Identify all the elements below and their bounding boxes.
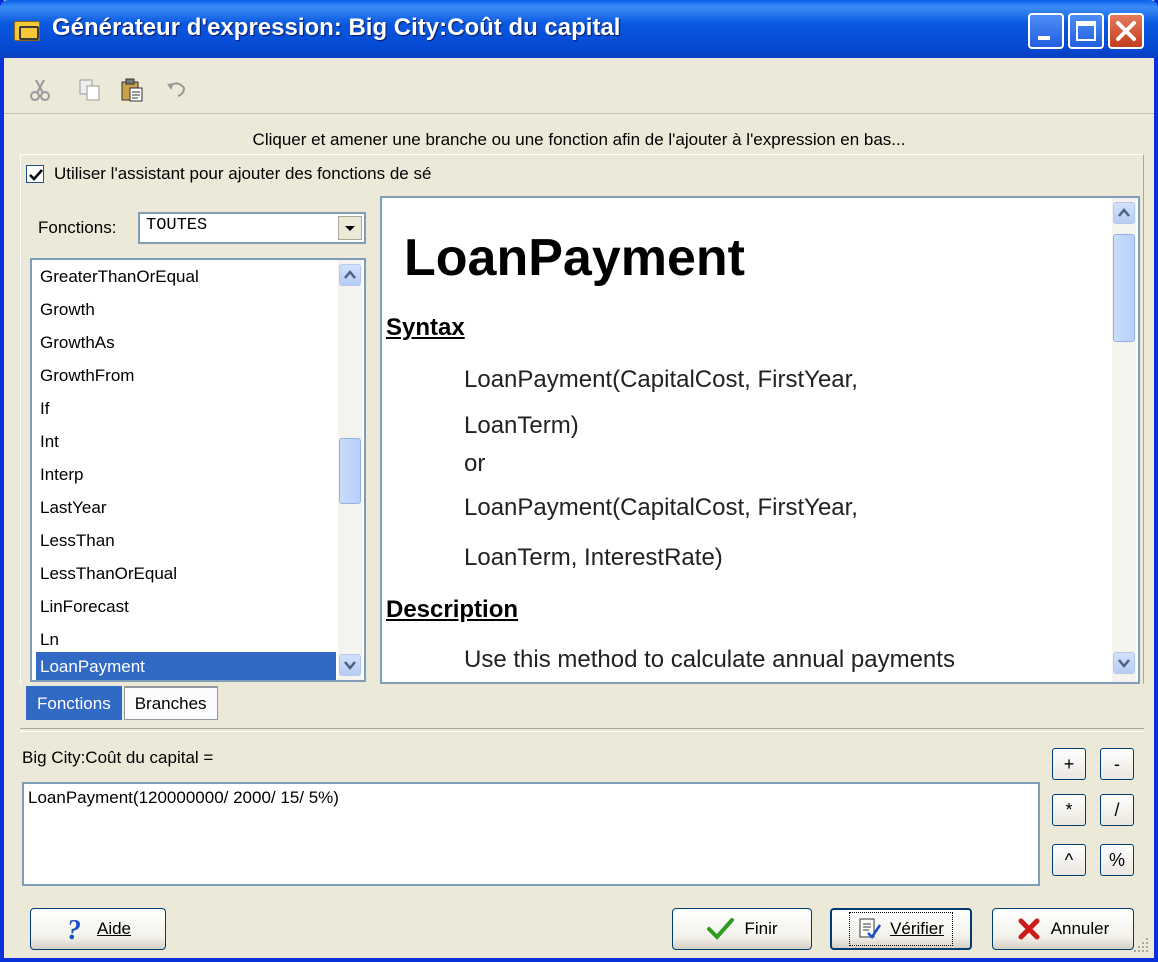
- finish-button[interactable]: Finir: [672, 908, 812, 950]
- list-item[interactable]: GrowthAs: [36, 328, 336, 358]
- chevron-up-icon: [1118, 208, 1130, 217]
- tab-branches[interactable]: Branches: [123, 686, 218, 720]
- cancel-button-label: Annuler: [1050, 919, 1110, 938]
- help-title: LoanPayment: [404, 229, 745, 287]
- close-button[interactable]: [1108, 13, 1144, 49]
- window-title: Générateur d'expression: Big City:Coût d…: [52, 14, 621, 41]
- percent-button[interactable]: %: [1100, 844, 1134, 876]
- dropdown-button[interactable]: [338, 216, 362, 240]
- document-check-icon: [859, 918, 882, 939]
- instruction-text: Cliquer et amener une branche ou une fon…: [252, 130, 906, 149]
- expression-label: Big City:Coût du capital =: [22, 748, 214, 767]
- close-icon: [1018, 918, 1040, 940]
- functions-filter-value: TOUTES: [146, 216, 208, 235]
- syntax-line: LoanPayment(CapitalCost, FirstYear,: [464, 366, 858, 393]
- tab-strip: Fonctions Branches: [26, 686, 220, 722]
- description-text: Use this method to calculate annual paym…: [464, 646, 955, 673]
- maximize-button[interactable]: [1068, 13, 1104, 49]
- cancel-button[interactable]: Annuler: [992, 908, 1134, 950]
- close-icon: [1116, 21, 1136, 41]
- list-item[interactable]: LinForecast: [36, 592, 336, 622]
- plus-button[interactable]: +: [1052, 748, 1086, 780]
- checkmark-icon: [29, 169, 43, 181]
- minus-button[interactable]: -: [1100, 748, 1134, 780]
- list-item[interactable]: Ln: [36, 625, 336, 655]
- list-item[interactable]: Interp: [36, 460, 336, 490]
- splitter[interactable]: [20, 728, 1144, 732]
- list-item[interactable]: LessThanOrEqual: [36, 559, 336, 589]
- list-item[interactable]: GrowthFrom: [36, 361, 336, 391]
- copy-icon[interactable]: [78, 78, 102, 102]
- syntax-line: LoanTerm): [464, 412, 579, 439]
- chevron-down-icon: [344, 661, 356, 670]
- list-item[interactable]: If: [36, 394, 336, 424]
- minimize-button[interactable]: [1028, 13, 1064, 49]
- scroll-down-button[interactable]: [1113, 652, 1135, 674]
- maximize-icon: [1076, 21, 1096, 41]
- toolbar: [4, 58, 1154, 114]
- app-icon: [14, 21, 40, 41]
- wizard-checkbox-row[interactable]: Utiliser l'assistant pour ajouter des fo…: [26, 162, 431, 186]
- help-scrollbar[interactable]: [1112, 198, 1136, 682]
- scroll-down-button[interactable]: [339, 654, 361, 676]
- syntax-line: LoanTerm, InterestRate): [464, 544, 723, 571]
- description-heading: Description: [386, 596, 519, 623]
- functions-filter-label: Fonctions:: [38, 218, 117, 237]
- functions-filter-select[interactable]: TOUTES: [138, 212, 366, 244]
- paste-icon[interactable]: [120, 78, 144, 102]
- chevron-up-icon: [344, 270, 356, 279]
- power-button[interactable]: ^: [1052, 844, 1086, 876]
- function-help-pane: LoanPayment Syntax LoanPayment(CapitalCo…: [380, 196, 1140, 684]
- resize-grip-icon[interactable]: [1132, 936, 1150, 954]
- scroll-thumb[interactable]: [1113, 234, 1135, 342]
- tab-fonctions[interactable]: Fonctions: [26, 686, 122, 720]
- title-bar[interactable]: Générateur d'expression: Big City:Coût d…: [0, 0, 1158, 58]
- list-item[interactable]: LessThan: [36, 526, 336, 556]
- functions-list[interactable]: GreaterThanOrEqual Growth GrowthAs Growt…: [30, 258, 366, 682]
- syntax-or: or: [464, 450, 486, 477]
- list-item[interactable]: Int: [36, 427, 336, 457]
- divide-button[interactable]: /: [1100, 794, 1134, 826]
- checkmark-icon: [707, 918, 735, 940]
- list-item[interactable]: GreaterThanOrEqual: [36, 262, 336, 292]
- verify-focus-ring: Vérifier: [849, 912, 953, 946]
- help-button-label: Aide: [96, 919, 132, 938]
- expression-input[interactable]: LoanPayment(120000000/ 2000/ 15/ 5%): [22, 782, 1040, 886]
- finish-button-label: Finir: [744, 919, 778, 938]
- minimize-icon: [1038, 36, 1050, 40]
- wizard-checkbox-label: Utiliser l'assistant pour ajouter des fo…: [54, 164, 432, 183]
- scroll-thumb[interactable]: [339, 438, 361, 504]
- verify-button-label: Vérifier: [890, 919, 944, 938]
- syntax-heading: Syntax: [386, 314, 465, 341]
- verify-button[interactable]: Vérifier: [830, 908, 972, 950]
- wizard-checkbox[interactable]: [26, 165, 44, 183]
- expression-builder-window: Générateur d'expression: Big City:Coût d…: [0, 0, 1158, 962]
- list-item[interactable]: Growth: [36, 295, 336, 325]
- list-item-selected[interactable]: LoanPayment: [36, 652, 336, 680]
- list-item[interactable]: LastYear: [36, 493, 336, 523]
- chevron-down-icon: [1118, 659, 1130, 668]
- scroll-up-button[interactable]: [339, 264, 361, 286]
- multiply-button[interactable]: *: [1052, 794, 1086, 826]
- svg-text:?: ?: [67, 915, 81, 943]
- chevron-down-icon: [345, 226, 355, 231]
- syntax-line: LoanPayment(CapitalCost, FirstYear,: [464, 494, 858, 521]
- help-button[interactable]: ? Aide: [30, 908, 166, 950]
- undo-icon[interactable]: [164, 78, 188, 102]
- question-mark-icon: ?: [67, 915, 81, 943]
- scissors-icon[interactable]: [28, 78, 52, 102]
- scroll-up-button[interactable]: [1113, 202, 1135, 224]
- functions-list-scrollbar[interactable]: [338, 260, 362, 680]
